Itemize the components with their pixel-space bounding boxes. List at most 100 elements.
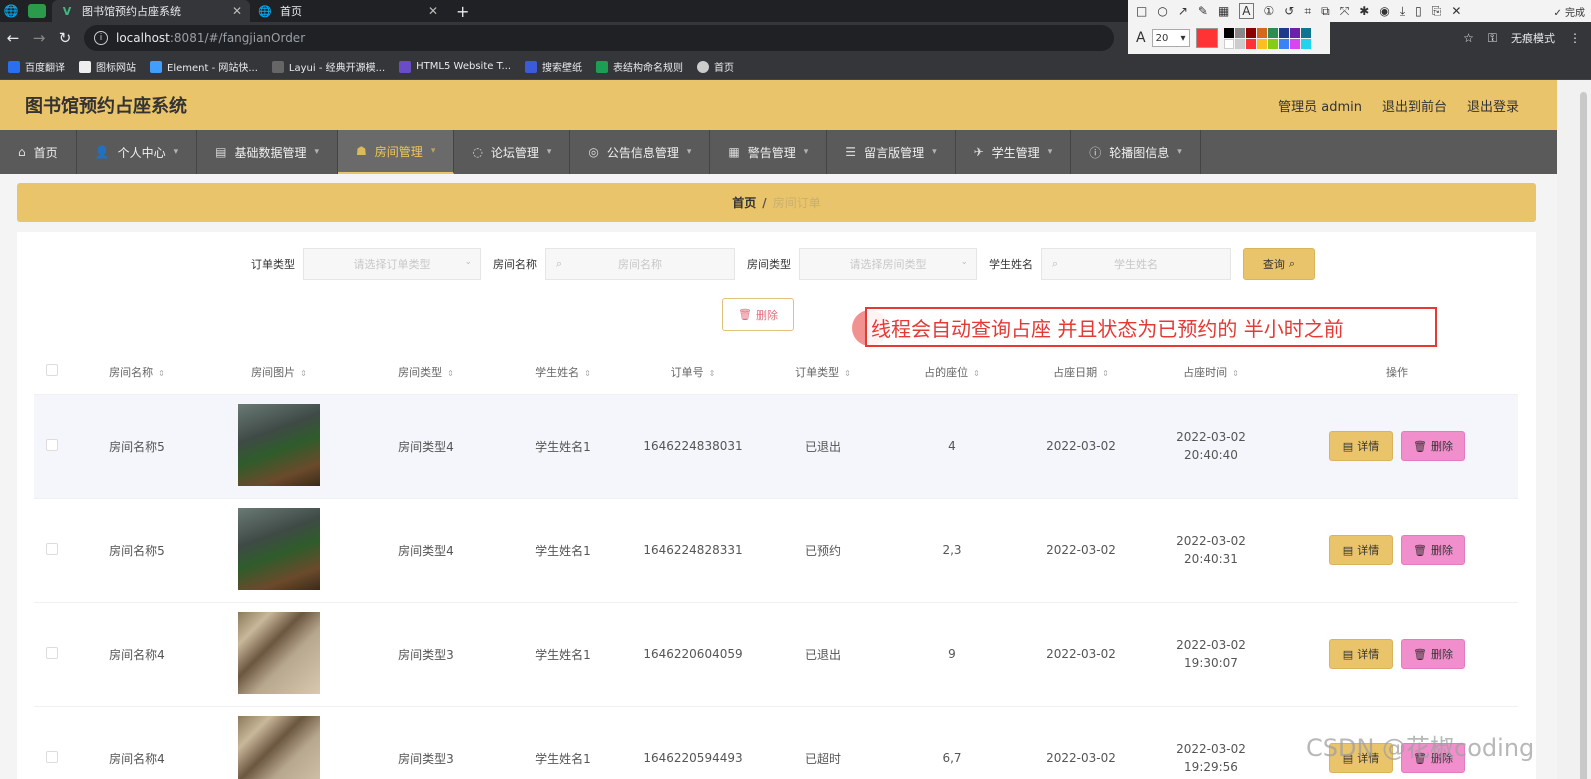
close-tab-icon[interactable]: ✕ — [428, 4, 438, 18]
done-button[interactable]: ✓ 完成 — [1553, 4, 1591, 19]
bookmark-item[interactable]: Element - 网站快... — [150, 59, 258, 74]
download-icon[interactable]: ⤓ — [1400, 4, 1405, 19]
globe-icon[interactable]: 🌐 — [0, 0, 22, 22]
column-header[interactable]: 占座日期 ⇕ — [1016, 350, 1146, 394]
nav-item-warning[interactable]: ▦ 警告管理 ▾ — [710, 130, 828, 174]
ellipse-tool-icon[interactable]: ○ — [1157, 4, 1167, 18]
mosaic-tool-icon[interactable]: ▦ — [1218, 4, 1229, 18]
sort-icon[interactable]: ⇕ — [300, 369, 307, 378]
row-checkbox[interactable] — [46, 646, 58, 659]
detail-button[interactable]: ▤ 详情 — [1329, 431, 1393, 461]
nav-item-forum[interactable]: ◌ 论坛管理 ▾ — [454, 130, 571, 174]
delete-button[interactable]: 🗑 删除 — [1401, 431, 1465, 461]
nav-item-student[interactable]: ✈ 学生管理 ▾ — [956, 130, 1072, 174]
url-input[interactable]: i localhost:8081/#/fangjianOrder — [84, 25, 1114, 51]
delete-button[interactable]: 🗑 删除 — [1401, 639, 1465, 669]
table-row[interactable]: 房间名称5 房间类型4 学生姓名1 1646224838031 已退出 4 20… — [34, 393, 1518, 498]
sort-icon[interactable]: ⇕ — [709, 369, 716, 378]
font-size-select[interactable]: 20 ▾ — [1151, 29, 1190, 47]
undo-icon[interactable]: ↺ — [1284, 4, 1294, 18]
sort-icon[interactable]: ⇕ — [844, 369, 851, 378]
column-header[interactable]: 订单号 ⇕ — [628, 350, 758, 394]
room-name-input[interactable]: ⌕ 房间名称 — [545, 248, 735, 280]
crop-icon[interactable]: ⌗ — [1304, 4, 1311, 19]
delete-button[interactable]: 🗑 删除 — [1401, 535, 1465, 565]
column-header[interactable]: 房间图片 ⇕ — [204, 350, 354, 394]
sort-icon[interactable]: ⇕ — [584, 369, 591, 378]
sort-icon[interactable]: ⇕ — [973, 369, 980, 378]
rectangle-tool-icon[interactable]: □ — [1136, 4, 1147, 18]
color-palette[interactable] — [1223, 27, 1311, 49]
new-tab-button[interactable]: + — [446, 2, 479, 21]
forward-arrow-icon[interactable]: → — [26, 29, 52, 47]
order-type-select[interactable]: 请选择订单类型 ⌄ — [303, 248, 481, 280]
current-color-swatch[interactable] — [1195, 28, 1218, 48]
close-annotation-icon[interactable]: ✕ — [1451, 4, 1461, 18]
detail-button[interactable]: ▤ 详情 — [1329, 535, 1393, 565]
column-header[interactable]: 学生姓名 ⇕ — [498, 350, 628, 394]
row-checkbox[interactable] — [46, 542, 58, 555]
text-tool-icon[interactable]: A — [1239, 3, 1254, 19]
back-to-front-link[interactable]: 退出到前台 — [1382, 96, 1447, 115]
info-icon[interactable]: i — [94, 31, 108, 45]
column-header[interactable]: 占座时间 ⇕ — [1146, 350, 1276, 394]
breadcrumb-home[interactable]: 首页 — [732, 194, 756, 211]
room-image[interactable] — [238, 403, 320, 486]
bookmark-item[interactable]: Layui - 经典开源模... — [271, 59, 385, 74]
room-image[interactable] — [238, 507, 320, 590]
sort-icon[interactable]: ⇕ — [158, 369, 165, 378]
column-header[interactable]: 占的座位 ⇕ — [888, 350, 1016, 394]
bookmark-item[interactable]: 表结构命名规则 — [596, 59, 683, 74]
bookmark-item[interactable]: 首页 — [697, 59, 734, 74]
annotation-text-box[interactable]: 线程会自动查询占座 并且状态为已预约的 半小时之前 — [865, 307, 1437, 347]
nav-item-home[interactable]: ⌂ 首页 — [0, 130, 77, 174]
arrow-tool-icon[interactable]: ↗ — [1178, 4, 1188, 18]
number-tool-icon[interactable]: ① — [1264, 4, 1275, 18]
query-button[interactable]: 查询 ⌕ — [1243, 248, 1315, 280]
pin-icon[interactable]: ✱ — [1359, 4, 1369, 18]
page-scrollbar[interactable] — [1557, 80, 1591, 779]
sort-icon[interactable]: ⇕ — [447, 369, 454, 378]
app-icon[interactable] — [28, 4, 46, 18]
table-row[interactable]: 房间名称5 房间类型4 学生姓名1 1646224828331 已预约 2,3 … — [34, 497, 1518, 602]
nav-item-carousel[interactable]: ⓘ 轮播图信息 ▾ — [1071, 130, 1201, 174]
select-all-checkbox[interactable] — [34, 350, 70, 394]
table-row[interactable]: 房间名称4 房间类型3 学生姓名1 1646220604059 已退出 9 20… — [34, 601, 1518, 706]
room-type-select[interactable]: 请选择房间类型 ⌄ — [799, 248, 977, 280]
bookmark-item[interactable]: 搜索壁纸 — [525, 59, 582, 74]
nav-item-base-data[interactable]: ▤ 基础数据管理 ▾ — [197, 130, 339, 174]
logout-link[interactable]: 退出登录 — [1467, 96, 1519, 115]
column-header[interactable]: 订单类型 ⇕ — [758, 350, 888, 394]
sort-icon[interactable]: ⇕ — [1232, 369, 1239, 378]
close-tab-icon[interactable]: ✕ — [232, 4, 242, 18]
bookmark-item[interactable]: 图标网站 — [79, 59, 136, 74]
bulk-delete-button[interactable]: 🗑 删除 — [722, 298, 794, 331]
row-checkbox[interactable] — [46, 438, 58, 451]
scrollbar-thumb[interactable] — [1580, 92, 1587, 779]
column-header[interactable]: 房间类型 ⇕ — [354, 350, 498, 394]
pen-tool-icon[interactable]: ✎ — [1198, 4, 1208, 18]
sort-icon[interactable]: ⇕ — [1102, 369, 1109, 378]
room-image[interactable] — [238, 611, 320, 694]
detail-button[interactable]: ▤ 详情 — [1329, 639, 1393, 669]
student-name-input[interactable]: ⌕ 学生姓名 — [1041, 248, 1231, 280]
back-arrow-icon[interactable]: ← — [0, 29, 26, 47]
table-row[interactable]: 房间名称4 房间类型3 学生姓名1 1646220594493 已超时 6,7 … — [34, 705, 1518, 779]
nav-item-message[interactable]: ☰ 留言版管理 ▾ — [827, 130, 956, 174]
copy-icon[interactable]: ⧉ — [1321, 4, 1330, 19]
incognito-label[interactable]: 无痕模式 — [1511, 30, 1555, 46]
phone-icon[interactable]: ▯ — [1415, 4, 1422, 18]
star-icon[interactable]: ☆ — [1463, 31, 1474, 45]
key-icon[interactable]: ⚿ — [1488, 31, 1497, 46]
bookmark-item[interactable]: HTML5 Website T... — [399, 60, 511, 73]
nav-item-notice[interactable]: ◎ 公告信息管理 ▾ — [570, 130, 711, 174]
row-checkbox[interactable] — [46, 750, 58, 763]
reload-icon[interactable]: ↻ — [52, 29, 78, 47]
nav-item-room[interactable]: ☗ 房间管理 ▾ — [338, 130, 455, 174]
resize-icon[interactable]: ⤧ — [1340, 4, 1350, 19]
browser-tab[interactable]: 🌐 首页 ✕ — [250, 0, 446, 22]
bookmark-tool-icon[interactable]: ⎘ — [1432, 4, 1442, 19]
browser-tab-active[interactable]: V 图书馆预约占座系统 ✕ — [52, 0, 250, 22]
room-image[interactable] — [238, 715, 320, 779]
bookmark-item[interactable]: 百度翻译 — [8, 59, 65, 74]
